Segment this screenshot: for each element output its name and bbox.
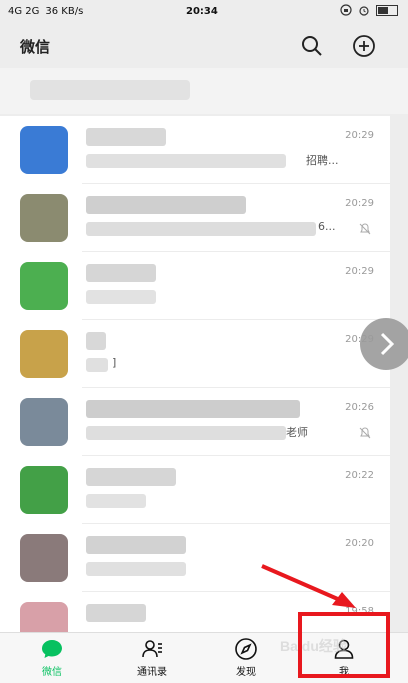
avatar [20,602,68,632]
blurred-name [86,604,146,622]
blurred-notice [30,80,190,100]
tab-chats[interactable]: 微信 [12,637,92,681]
chat-row[interactable]: 20:22 [0,456,390,524]
chat-time: 20:29 [345,198,374,209]
battery-icon [376,4,398,16]
avatar [20,194,68,242]
chat-time: 20:22 [345,470,374,481]
chat-preview: ] [112,356,117,369]
tab-label: 发现 [236,667,256,678]
chevron-right-icon [380,332,395,356]
avatar [20,262,68,310]
chat-time: 20:29 [345,130,374,141]
lock-rotation-icon [340,4,352,16]
app-header: 微信 [0,24,408,68]
blurred-message [86,222,316,236]
tab-contacts[interactable]: 通讯录 [112,637,192,681]
mute-bell-icon [359,427,371,439]
blurred-message [86,426,286,440]
blurred-message [86,290,156,304]
avatar [20,126,68,174]
chat-row[interactable]: 老师 20:26 [0,388,390,456]
status-bar: 4G 2G 36 KB/s 20:34 [0,0,408,24]
notice-bar[interactable] [0,68,408,114]
chat-list: 招聘... 20:29 6... 20:29 20:29 ] 20:29 老师 … [0,68,408,632]
signal-indicator: 4G 2G [8,6,40,17]
avatar [20,466,68,514]
chat-row[interactable]: ] 20:29 [0,320,390,388]
blurred-name [86,400,300,418]
chat-preview: 6... [318,220,336,233]
contacts-icon [142,640,162,658]
avatar [20,330,68,378]
chat-bubble-icon [42,640,62,658]
blurred-name [86,536,186,554]
chat-preview: 招聘... [306,154,339,167]
alarm-icon [359,6,369,16]
chat-row[interactable]: 6... 20:29 [0,184,390,252]
page-title: 微信 [20,38,51,56]
blurred-message [86,562,186,576]
chat-row[interactable]: 20:20 [0,524,390,592]
blurred-message [86,358,108,372]
blurred-message [86,154,286,168]
chat-time: 20:20 [345,538,374,549]
tab-discover[interactable]: 发现 [206,637,286,681]
blurred-name [86,196,246,214]
avatar [20,398,68,446]
network-speed: 36 KB/s [45,6,84,17]
tab-label: 通讯录 [137,667,167,678]
chat-row[interactable]: 20:29 [0,252,390,320]
status-time: 20:34 [186,6,218,17]
chat-row[interactable]: 招聘... 20:29 [0,116,390,184]
chat-time: 20:26 [345,402,374,413]
tab-label: 微信 [42,667,62,678]
search-icon[interactable] [300,34,324,58]
chat-preview: 老师 [286,426,308,439]
blurred-message [86,494,146,508]
compass-icon [235,638,257,660]
highlight-box [298,612,390,678]
mute-bell-icon [359,223,371,235]
blurred-name [86,128,166,146]
blurred-name [86,468,176,486]
blurred-name [86,332,106,350]
chat-time: 20:29 [345,266,374,277]
blurred-name [86,264,156,282]
floating-assist-button[interactable] [360,318,408,370]
plus-circle-icon[interactable] [352,34,376,58]
avatar [20,534,68,582]
